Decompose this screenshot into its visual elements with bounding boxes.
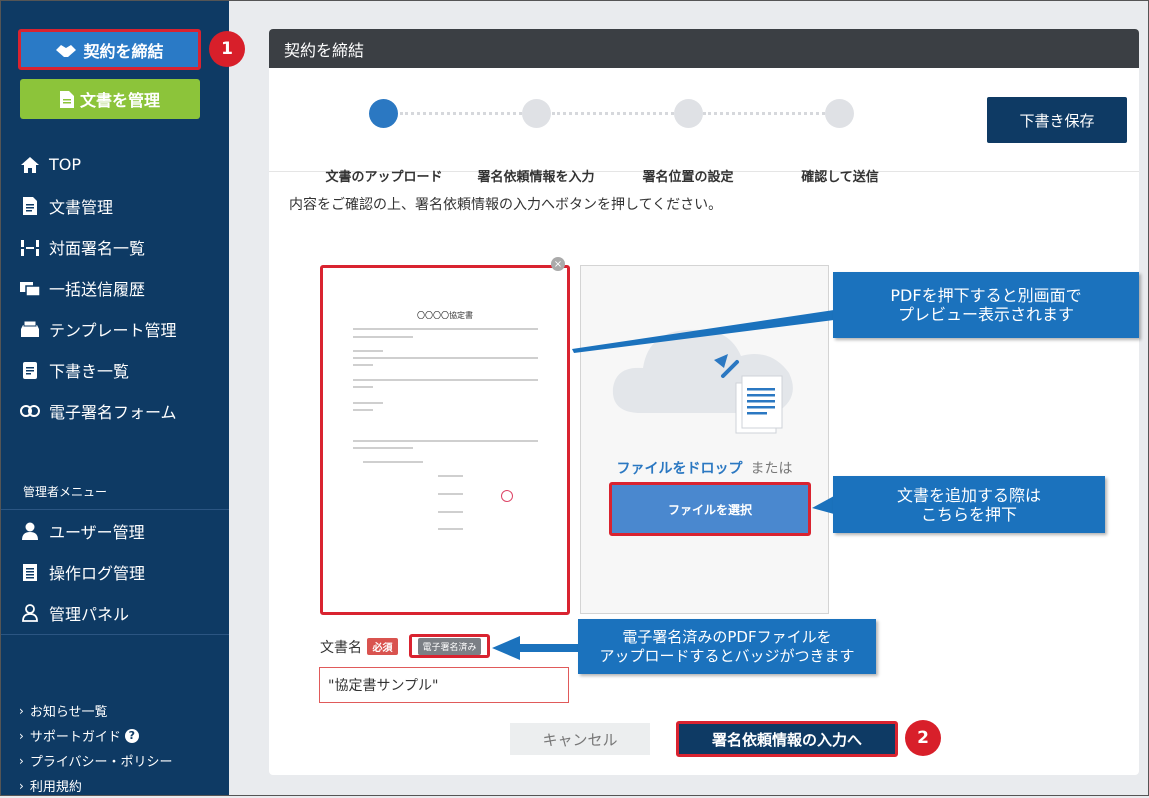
annotation-arrows [492,310,834,660]
callout-esign-badge: 電子署名済みのPDFファイルを アップロードするとバッジがつきます [578,619,876,674]
callout-add-document: 文書を追加する際は こちらを押下 [833,476,1105,533]
arrow-left-icon [492,636,580,660]
callout-pointer [812,496,834,514]
callout-preview: PDFを押下すると別画面で プレビュー表示されます [833,272,1139,338]
callout-pointer [572,310,834,353]
